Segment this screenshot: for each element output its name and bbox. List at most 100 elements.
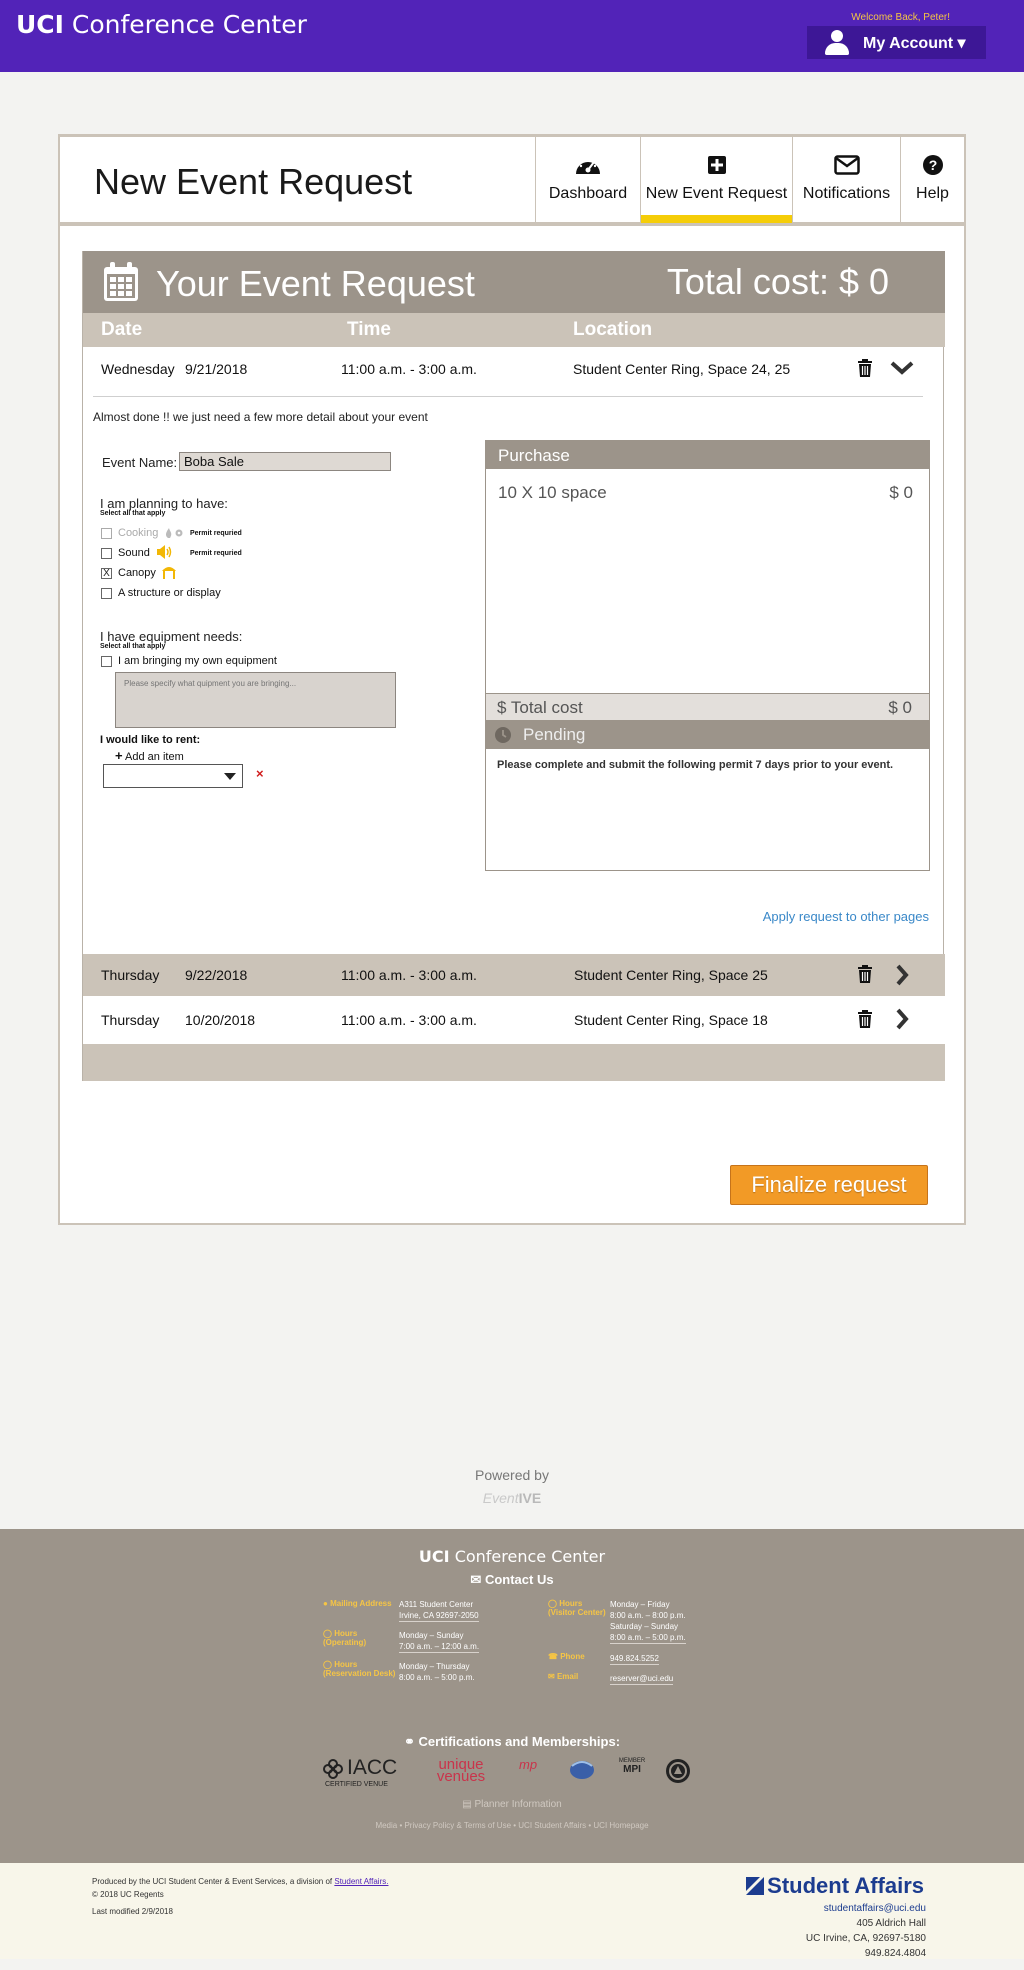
globe-logo[interactable] (568, 1756, 596, 1785)
permit-required-text: Permit requried (190, 550, 242, 557)
col-time: Time (347, 319, 392, 340)
chevron-right-icon[interactable] (895, 964, 909, 989)
eventive-logo[interactable]: EventIVE (0, 1490, 1024, 1506)
row-date: 9/22/2018 (185, 967, 248, 983)
unique-venues-logo[interactable]: unique venues (424, 1757, 498, 1784)
top-bar: UCI Conference Center Welcome Back, Pete… (0, 0, 1024, 72)
apply-to-other-pages-link[interactable]: Apply request to other pages (763, 909, 929, 924)
checkbox-sound[interactable] (101, 548, 112, 559)
hours-line: 8:00 a.m. – 8:00 p.m. (610, 1611, 686, 1620)
main-card: New Event Request Dashboard New Event Re… (58, 134, 966, 1225)
email-link[interactable]: reserver@uci.edu (610, 1673, 674, 1685)
question-circle-icon: ? (922, 153, 944, 177)
row-location: Student Center Ring, Space 18 (574, 1012, 768, 1028)
bottom-bar: Produced by the UCI Student Center & Eve… (0, 1863, 1024, 1959)
row-location: Student Center Ring, Space 24, 25 (573, 361, 791, 377)
page-header: New Event Request Dashboard New Event Re… (60, 136, 964, 226)
email-label: ✉ Email (548, 1672, 579, 1681)
tab-dashboard[interactable]: Dashboard (535, 137, 640, 223)
mailing-line: Irvine, CA 92697-2050 (399, 1611, 479, 1622)
canopy-icon (161, 565, 177, 584)
seal-logo[interactable] (665, 1758, 691, 1789)
row-day: Wednesday (101, 361, 175, 377)
event-request-title: Your Event Request (156, 263, 475, 304)
sa-email-link[interactable]: studentaffairs@uci.edu (824, 1903, 926, 1914)
hours-line: 8:00 a.m. – 5:00 p.m. (610, 1633, 686, 1644)
purchase-item: 10 X 10 space (498, 483, 607, 502)
tab-new-event-request[interactable]: New Event Request (640, 137, 792, 223)
finalize-request-button[interactable]: Finalize request (730, 1165, 928, 1205)
select-all-hint: Select all that apply (100, 643, 166, 650)
envelope-icon (833, 153, 860, 177)
col-location: Location (573, 319, 653, 340)
fire-icon (164, 526, 186, 544)
student-affairs-logo[interactable]: Student Affairs (746, 1873, 924, 1899)
row-time: 11:00 a.m. - 3:00 a.m. (341, 967, 477, 983)
trash-icon[interactable] (857, 1010, 873, 1031)
student-affairs-link[interactable]: Student Affairs. (334, 1877, 388, 1886)
add-item-button[interactable]: + Add an item (115, 748, 184, 763)
mpi-logo[interactable]: MEMBER MPI (617, 1758, 647, 1775)
total-cost-heading: Total cost: $ 0 (666, 261, 889, 302)
footer-links[interactable]: Media • Privacy Policy & Terms of Use • … (0, 1821, 1024, 1830)
table-row[interactable]: Thursday 9/22/2018 11:00 a.m. - 3:00 a.m… (83, 954, 945, 996)
my-account-button[interactable]: My Account ▾ (807, 26, 986, 59)
event-name-input[interactable] (179, 452, 391, 471)
checkbox-structure[interactable] (101, 588, 112, 599)
hours-line: 7:00 a.m. – 12:00 a.m. (399, 1642, 480, 1653)
sa-address: UC Irvine, CA, 92697-5180 (805, 1933, 926, 1944)
phone-icon: ☎ (548, 1652, 558, 1661)
trash-icon[interactable] (857, 359, 873, 380)
tab-notifications[interactable]: Notifications (792, 137, 900, 223)
phone-value[interactable]: 949.824.5252 (610, 1653, 659, 1665)
purchase-total-row: $ Total cost $ 0 (486, 693, 929, 721)
total-cost-value: $ 0 (888, 698, 912, 717)
option-label: Sound (118, 547, 150, 559)
remove-item-icon[interactable]: × (256, 766, 264, 781)
rent-label: I would like to rent: (100, 734, 201, 746)
checkbox-cooking[interactable] (101, 528, 112, 539)
checkbox-own-equipment[interactable] (101, 656, 112, 667)
trash-icon[interactable] (857, 965, 873, 986)
nav-tabs: Dashboard New Event Request Notification… (535, 137, 964, 223)
select-all-hint: Select all that apply (100, 510, 166, 517)
option-label: A structure or display (118, 587, 221, 599)
instruction-text: Almost done !! we just need a few more d… (93, 410, 428, 424)
planner-information-link[interactable]: ▤ Planner Information (0, 1799, 1024, 1810)
equipment-textarea[interactable] (115, 672, 396, 728)
checkbox-canopy[interactable]: X (101, 568, 112, 579)
chevron-down-icon[interactable] (890, 361, 914, 378)
rent-item-select[interactable] (103, 764, 243, 788)
contact-us-heading: ✉ Contact Us (470, 1572, 554, 1587)
mailing-line: A311 Student Center (399, 1600, 474, 1609)
caret-down-icon (224, 773, 236, 780)
table-row[interactable]: Wednesday 9/21/2018 11:00 a.m. - 3:00 a.… (83, 347, 945, 391)
tab-label: Notifications (802, 185, 891, 202)
purchase-panel: Purchase 10 X 10 space $ 0 $ Total cost … (485, 440, 930, 871)
calendar-icon (103, 262, 139, 307)
map-pin-icon: ● (323, 1599, 328, 1608)
option-label: Cooking (118, 527, 159, 539)
certifications-heading: ⚭ Certifications and Memberships: (403, 1734, 621, 1749)
speaker-icon (156, 545, 172, 564)
hours-line: 8:00 a.m. – 5:00 p.m. (399, 1673, 475, 1682)
tab-label: Help (916, 185, 949, 202)
tab-label: New Event Request (645, 185, 788, 202)
row-date: 10/20/2018 (185, 1012, 256, 1028)
plus-icon: + (115, 748, 123, 763)
envelope-icon: ✉ (548, 1672, 555, 1681)
add-item-label: Add an item (125, 751, 184, 763)
row-day: Thursday (101, 1012, 160, 1028)
page-title: New Event Request (94, 161, 413, 202)
mp-logo[interactable]: mp (519, 1757, 537, 1772)
site-footer: UCI Conference Center ✉ Contact Us ● Mai… (0, 1529, 1024, 1863)
tab-help[interactable]: ? Help (900, 137, 964, 223)
my-account-label: My Account ▾ (863, 34, 966, 52)
hours-line: Saturday – Sunday (610, 1622, 679, 1631)
table-header: Date Time Location (83, 313, 945, 347)
table-row[interactable]: Thursday 10/20/2018 11:00 a.m. - 3:00 a.… (83, 996, 945, 1044)
hours-line: Monday – Friday (610, 1600, 670, 1609)
brand-logo[interactable]: UCI Conference Center (16, 10, 307, 39)
chevron-right-icon[interactable] (895, 1008, 909, 1033)
clock-icon (495, 727, 511, 748)
